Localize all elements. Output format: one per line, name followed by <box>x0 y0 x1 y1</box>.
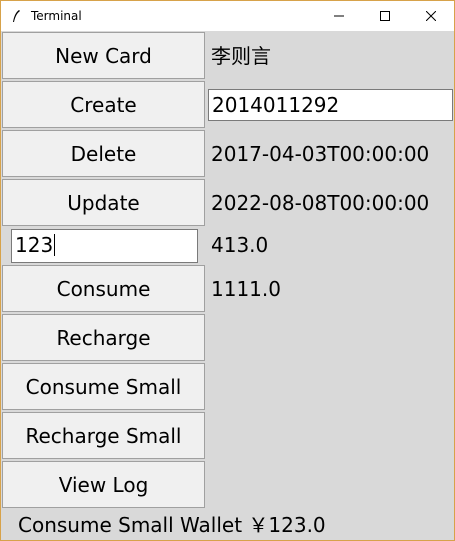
minimize-button[interactable] <box>316 1 362 31</box>
view-log-button[interactable]: View Log <box>2 461 205 508</box>
amount-input-value: 123 <box>15 233 54 257</box>
minimize-icon <box>334 11 344 21</box>
close-button[interactable] <box>408 1 454 31</box>
window-title: Terminal <box>31 9 82 23</box>
recharge-button[interactable]: Recharge <box>2 314 205 361</box>
maximize-icon <box>380 11 390 21</box>
update-button[interactable]: Update <box>2 179 205 226</box>
close-icon <box>426 11 436 21</box>
consume-button[interactable]: Consume <box>2 265 205 312</box>
balance-label: 413.0 <box>211 233 269 257</box>
status-text: Consume Small Wallet ￥123.0 <box>18 513 326 537</box>
expires-at-label: 2022-08-08T00:00:00 <box>211 191 430 215</box>
created-at-label: 2017-04-03T00:00:00 <box>211 142 430 166</box>
consume-small-button[interactable]: Consume Small <box>2 363 205 410</box>
create-button[interactable]: Create <box>2 81 205 128</box>
title-bar: Terminal <box>1 1 454 31</box>
maximize-button[interactable] <box>362 1 408 31</box>
amount-input[interactable]: 123 <box>11 229 198 263</box>
delete-button[interactable]: Delete <box>2 130 205 177</box>
secondary-balance-label: 1111.0 <box>211 277 281 301</box>
feather-icon <box>11 9 23 23</box>
recharge-small-button[interactable]: Recharge Small <box>2 412 205 459</box>
terminal-window: Terminal New Card Create Delete Update 1… <box>0 0 455 541</box>
owner-name-label: 李则言 <box>211 44 271 68</box>
new-card-button[interactable]: New Card <box>2 32 205 79</box>
card-id-input[interactable]: 2014011292 <box>208 89 453 121</box>
text-cursor <box>54 234 56 256</box>
